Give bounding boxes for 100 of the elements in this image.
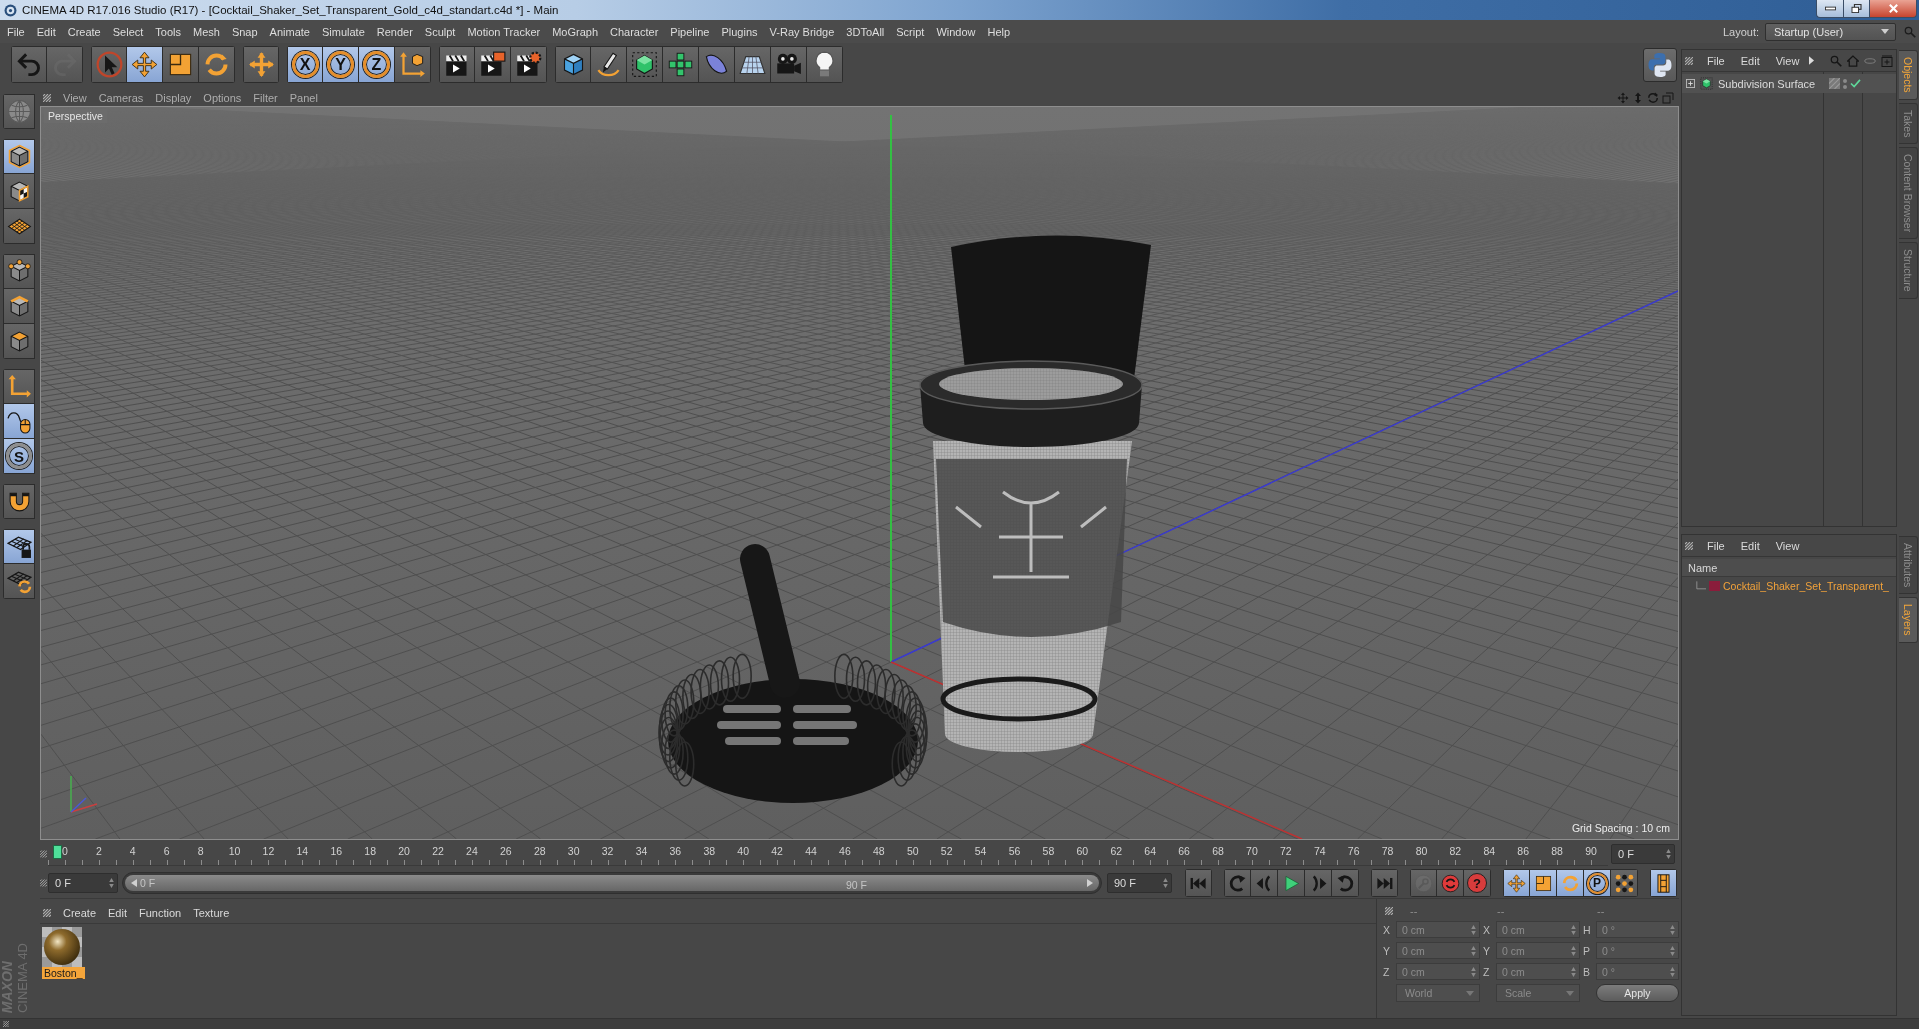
texture-mode-button[interactable] bbox=[3, 174, 35, 209]
viewport-menu-item[interactable]: Options bbox=[197, 89, 248, 106]
menu-item[interactable]: Motion Tracker bbox=[461, 20, 547, 43]
menu-item[interactable]: Character bbox=[604, 20, 665, 43]
timeline-window-button[interactable] bbox=[1650, 869, 1677, 897]
select-tool-button[interactable] bbox=[91, 46, 127, 83]
z-axis-button[interactable]: Z bbox=[359, 46, 395, 83]
menu-item[interactable]: Window bbox=[930, 20, 982, 43]
caret-right-icon[interactable] bbox=[1809, 56, 1815, 65]
y-axis-button[interactable]: Y bbox=[323, 46, 359, 83]
menu-item[interactable]: File bbox=[1699, 50, 1733, 71]
render-settings-button[interactable] bbox=[511, 46, 547, 83]
key-scale-button[interactable] bbox=[1530, 869, 1557, 897]
undo-button[interactable] bbox=[11, 46, 47, 83]
deformer-button[interactable] bbox=[699, 46, 735, 83]
rotate-tool-button[interactable] bbox=[199, 46, 235, 83]
solo-button[interactable]: S bbox=[3, 439, 35, 474]
next-frame-button[interactable] bbox=[1305, 869, 1332, 897]
timeline-ruler[interactable]: 0 2 4 6 8 10 12 14 16 18 20 22 24 26 28 30 32 34 36 38 40 42 44 46 48 50 52 54 56 58 60 62 64 66 68 70 72 74 76 78 80 82 84 86 88 90 bbox=[48, 842, 1608, 866]
viewport-menu-item[interactable]: View bbox=[57, 89, 93, 106]
menu-item[interactable]: V-Ray Bridge bbox=[763, 20, 841, 43]
script-button[interactable] bbox=[1643, 48, 1677, 82]
viewport-menu-item[interactable]: Cameras bbox=[92, 89, 150, 106]
key-position-button[interactable] bbox=[1503, 869, 1530, 897]
transform-tool-button[interactable] bbox=[243, 46, 279, 83]
previous-frame-button[interactable] bbox=[1251, 869, 1278, 897]
menu-item[interactable]: Animate bbox=[263, 20, 316, 43]
cloner-button[interactable] bbox=[663, 46, 699, 83]
layer-name[interactable]: Cocktail_Shaker_Set_Transparent_ bbox=[1723, 579, 1889, 592]
last-frame-button[interactable] bbox=[1371, 869, 1398, 897]
menu-item[interactable]: Texture bbox=[187, 903, 236, 923]
menu-item[interactable]: 3DToAll bbox=[840, 20, 891, 43]
menu-item[interactable]: Select bbox=[106, 20, 150, 43]
model-mode-button[interactable] bbox=[3, 139, 35, 174]
menu-item[interactable]: Mesh bbox=[187, 20, 226, 43]
menu-item[interactable]: View bbox=[1767, 50, 1808, 71]
menu-item[interactable]: Edit bbox=[102, 903, 133, 923]
previous-key-button[interactable] bbox=[1224, 869, 1251, 897]
left-handle-icon[interactable] bbox=[131, 879, 137, 887]
start-frame-field[interactable]: 0 F bbox=[48, 873, 118, 893]
restore-button[interactable] bbox=[1843, 0, 1870, 18]
workplane-lock-button[interactable] bbox=[3, 529, 35, 564]
object-row[interactable]: Subdivision Surface bbox=[1682, 74, 1896, 93]
x-axis-button[interactable]: X bbox=[287, 46, 323, 83]
viewport-menu-item[interactable]: Panel bbox=[283, 89, 324, 106]
keyframe-selection-button[interactable]: ? bbox=[1464, 869, 1491, 897]
menu-item[interactable]: Plugins bbox=[715, 20, 764, 43]
menu-item[interactable]: Function bbox=[133, 903, 188, 923]
key-rotation-button[interactable] bbox=[1557, 869, 1584, 897]
menu-item[interactable]: Edit bbox=[30, 20, 62, 43]
play-button[interactable] bbox=[1278, 869, 1305, 897]
auto-keying-button[interactable] bbox=[1437, 869, 1464, 897]
menu-item[interactable]: Tools bbox=[149, 20, 187, 43]
current-frame-field[interactable]: 0 F bbox=[1611, 844, 1675, 864]
snap-button[interactable] bbox=[3, 484, 35, 519]
move-tool-button[interactable] bbox=[127, 46, 163, 83]
expand-toggle-icon[interactable] bbox=[1686, 79, 1695, 88]
menu-item[interactable]: View bbox=[1767, 535, 1808, 556]
menu-item[interactable]: Sculpt bbox=[418, 20, 462, 43]
grid-rotate-button[interactable] bbox=[3, 564, 35, 599]
layout-dropdown[interactable]: Startup (User) bbox=[1765, 22, 1896, 41]
render-view-button[interactable] bbox=[439, 46, 475, 83]
floor-button[interactable] bbox=[735, 46, 771, 83]
menu-item[interactable]: Edit bbox=[1732, 535, 1768, 556]
side-tab[interactable]: Layers bbox=[1899, 597, 1918, 643]
apply-button[interactable]: Apply bbox=[1596, 984, 1679, 1002]
key-parameter-button[interactable]: P bbox=[1584, 869, 1611, 897]
menu-item[interactable]: Snap bbox=[225, 20, 264, 43]
material-label[interactable]: Boston_ bbox=[42, 967, 85, 979]
scale-tool-button[interactable] bbox=[163, 46, 199, 83]
edges-mode-button[interactable] bbox=[3, 289, 35, 324]
workplane-button[interactable] bbox=[3, 94, 35, 129]
points-mode-button[interactable] bbox=[3, 254, 35, 289]
end-frame-field[interactable]: 90 F bbox=[1107, 873, 1172, 893]
minimize-button[interactable] bbox=[1816, 0, 1843, 18]
layer-color-swatch[interactable] bbox=[1709, 580, 1720, 591]
material-preview[interactable] bbox=[42, 927, 82, 967]
subdivision-surface-button[interactable] bbox=[627, 46, 663, 83]
right-handle-icon[interactable] bbox=[1087, 879, 1093, 887]
menu-item[interactable]: Script bbox=[890, 20, 931, 43]
polygons-mode-button[interactable] bbox=[3, 324, 35, 359]
menu-item[interactable]: Create bbox=[57, 903, 103, 923]
viewport-menu-item[interactable]: Display bbox=[149, 89, 198, 106]
menu-item[interactable]: Render bbox=[370, 20, 419, 43]
menu-item[interactable]: File bbox=[1699, 535, 1733, 556]
close-button[interactable] bbox=[1870, 0, 1917, 18]
workplane-mode-button[interactable] bbox=[3, 209, 35, 244]
menu-item[interactable]: Create bbox=[61, 20, 107, 43]
side-tab[interactable]: Objects bbox=[1899, 50, 1918, 100]
tweak-mode-button[interactable] bbox=[3, 404, 35, 439]
playhead-marker[interactable] bbox=[52, 845, 62, 859]
menu-item[interactable]: Help bbox=[981, 20, 1017, 43]
menu-item[interactable]: File bbox=[1, 20, 31, 43]
enabled-check-icon[interactable] bbox=[1850, 79, 1861, 88]
first-frame-button[interactable] bbox=[1185, 869, 1212, 897]
light-button[interactable] bbox=[807, 46, 843, 83]
next-key-button[interactable] bbox=[1332, 869, 1359, 897]
menu-item[interactable]: MoGraph bbox=[546, 20, 605, 43]
menu-item[interactable]: Pipeline bbox=[664, 20, 716, 43]
axis-mode-button[interactable] bbox=[3, 369, 35, 404]
